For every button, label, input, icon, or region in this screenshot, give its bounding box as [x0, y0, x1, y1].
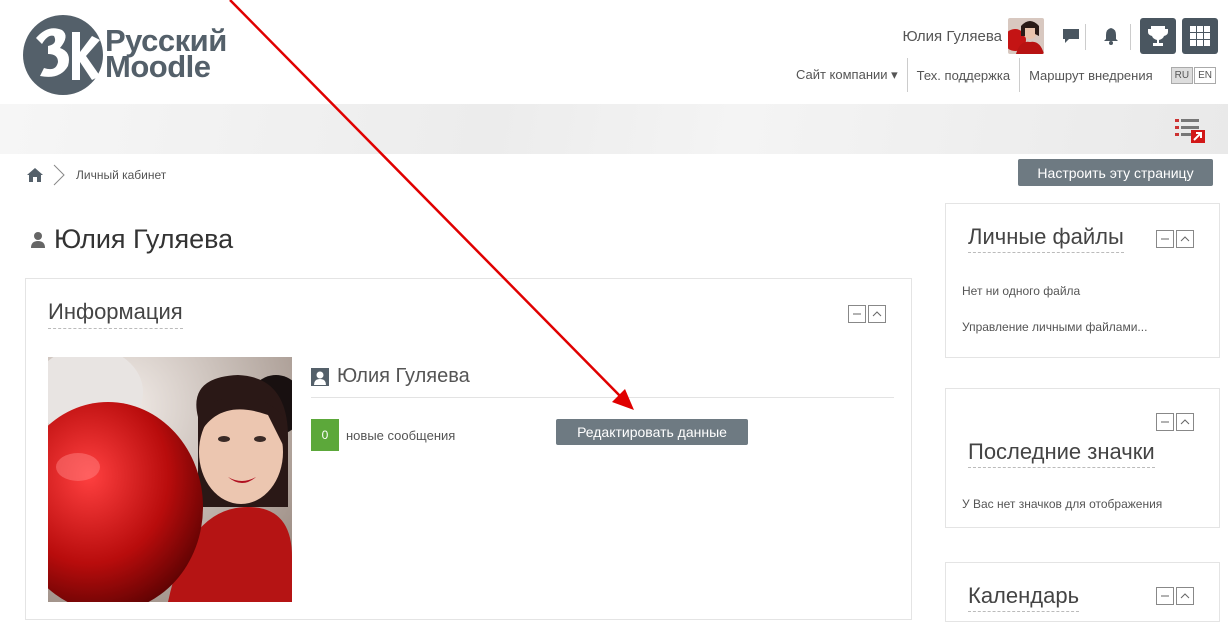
- latest-badges-empty-text: У Вас нет значков для отображения: [962, 497, 1163, 511]
- new-messages-label[interactable]: новые сообщения: [346, 428, 455, 443]
- profile-divider: [311, 397, 894, 398]
- language-switcher: RU EN: [1170, 66, 1216, 84]
- manage-files-link[interactable]: Управление личными файлами...: [962, 320, 1147, 334]
- logo-mark-icon: [23, 15, 103, 95]
- page-title: Юлия Гуляева: [30, 224, 233, 255]
- minimize-icon[interactable]: [1156, 413, 1174, 431]
- profile-name: Юлия Гуляева: [311, 365, 470, 388]
- lang-en[interactable]: EN: [1194, 66, 1216, 84]
- calendar-block: Календарь: [945, 562, 1220, 622]
- block-drawer-icon[interactable]: [1175, 116, 1205, 144]
- minimize-icon[interactable]: [848, 305, 866, 323]
- minimize-icon[interactable]: [1156, 587, 1174, 605]
- personal-files-empty-text: Нет ни одного файла: [962, 284, 1081, 298]
- calendar-controls: [1154, 587, 1194, 605]
- nav-link-roadmap[interactable]: Маршрут внедрения: [1020, 68, 1162, 83]
- page-title-text: Юлия Гуляева: [54, 224, 234, 254]
- personal-files-title: Личные файлы: [968, 224, 1124, 253]
- calendar-title: Календарь: [968, 583, 1080, 612]
- header-divider: [1085, 24, 1086, 50]
- trophy-icon[interactable]: [1140, 18, 1176, 54]
- latest-badges-controls: [1154, 413, 1194, 431]
- breadcrumb-separator-icon: [53, 164, 65, 186]
- edit-profile-button[interactable]: Редактировать данные: [556, 419, 748, 445]
- site-header: Русский Moodle Юлия Гуляева Сайт компани…: [0, 0, 1228, 104]
- info-block-controls: [846, 305, 886, 323]
- collapse-icon[interactable]: [868, 305, 886, 323]
- breadcrumb: Личный кабинет: [26, 163, 166, 187]
- new-messages-count-badge[interactable]: 0: [311, 419, 339, 451]
- navbar-band: [0, 104, 1228, 154]
- apps-grid-icon[interactable]: [1182, 18, 1218, 54]
- logo-text-line2: Moodle: [105, 49, 211, 84]
- customize-page-button[interactable]: Настроить эту страницу: [1018, 159, 1213, 186]
- header-nav: Сайт компании ▾ Тех. поддержка Маршрут в…: [787, 58, 1216, 92]
- user-avatar[interactable]: [1008, 18, 1044, 54]
- notifications-bell-icon[interactable]: [1093, 18, 1129, 54]
- nav-link-support[interactable]: Тех. поддержка: [908, 68, 1019, 83]
- personal-files-block: Личные файлы Нет ни одного файла Управле…: [945, 203, 1220, 358]
- collapse-icon[interactable]: [1176, 413, 1194, 431]
- header-divider: [1130, 24, 1131, 50]
- latest-badges-title: Последние значки: [968, 439, 1155, 468]
- avatar-image: [1008, 18, 1044, 54]
- collapse-icon[interactable]: [1176, 587, 1194, 605]
- info-block: Информация Юлия Гуляева 0 новые сообщени…: [25, 278, 912, 620]
- user-icon: [31, 231, 45, 248]
- header-user-name[interactable]: Юлия Гуляева: [902, 28, 1002, 45]
- home-icon[interactable]: [26, 167, 44, 183]
- personal-files-controls: [1154, 230, 1194, 248]
- breadcrumb-current[interactable]: Личный кабинет: [76, 168, 166, 182]
- latest-badges-block: Последние значки У Вас нет значков для о…: [945, 388, 1220, 528]
- profile-name-text: Юлия Гуляева: [337, 365, 470, 387]
- profile-photo: [48, 357, 292, 602]
- info-block-title: Информация: [48, 299, 183, 329]
- profile-card-icon: [311, 367, 329, 386]
- collapse-icon[interactable]: [1176, 230, 1194, 248]
- messages-icon[interactable]: [1053, 18, 1089, 54]
- lang-ru[interactable]: RU: [1170, 66, 1194, 84]
- minimize-icon[interactable]: [1156, 230, 1174, 248]
- nav-link-company-site[interactable]: Сайт компании ▾: [787, 67, 907, 83]
- site-logo[interactable]: Русский Moodle: [22, 14, 262, 96]
